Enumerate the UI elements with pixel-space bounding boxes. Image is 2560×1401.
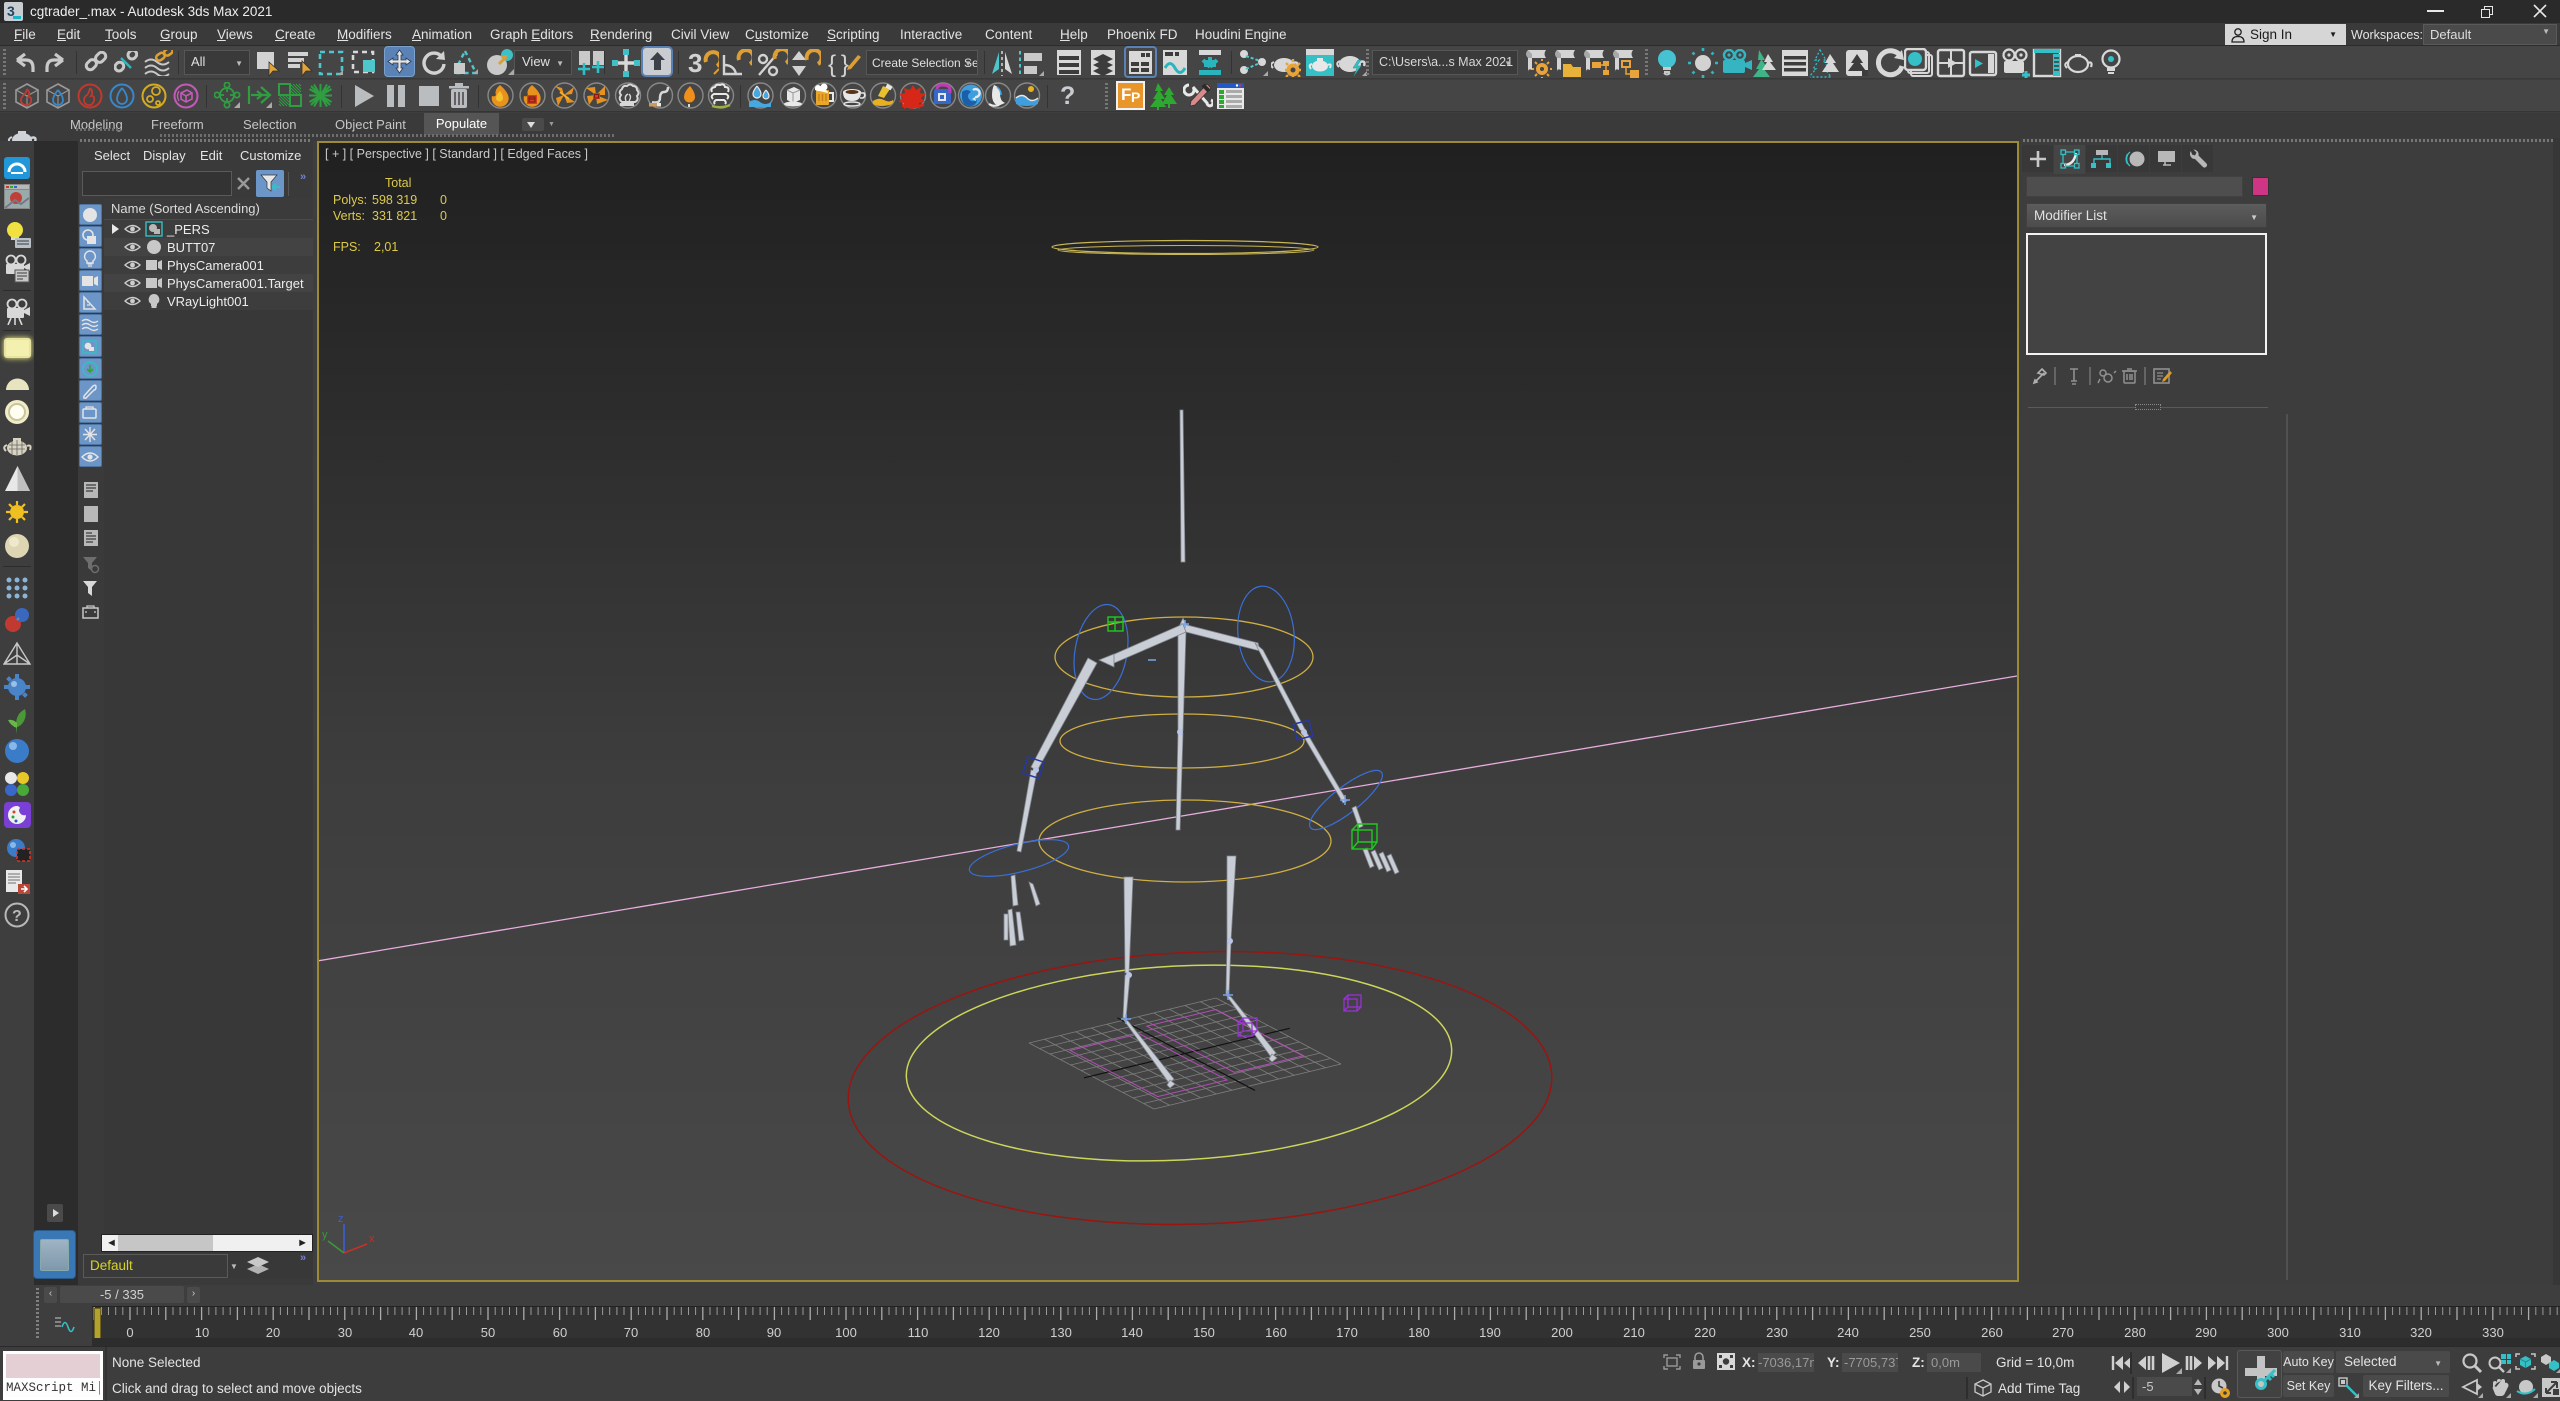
svg-text:3: 3 bbox=[688, 49, 702, 77]
svg-text:z: z bbox=[338, 1213, 344, 1225]
svg-text:{ }: { } bbox=[828, 51, 849, 77]
svg-text:?: ? bbox=[12, 908, 22, 925]
svg-text:x: x bbox=[369, 1233, 375, 1245]
svg-text:y: y bbox=[322, 1229, 328, 1241]
